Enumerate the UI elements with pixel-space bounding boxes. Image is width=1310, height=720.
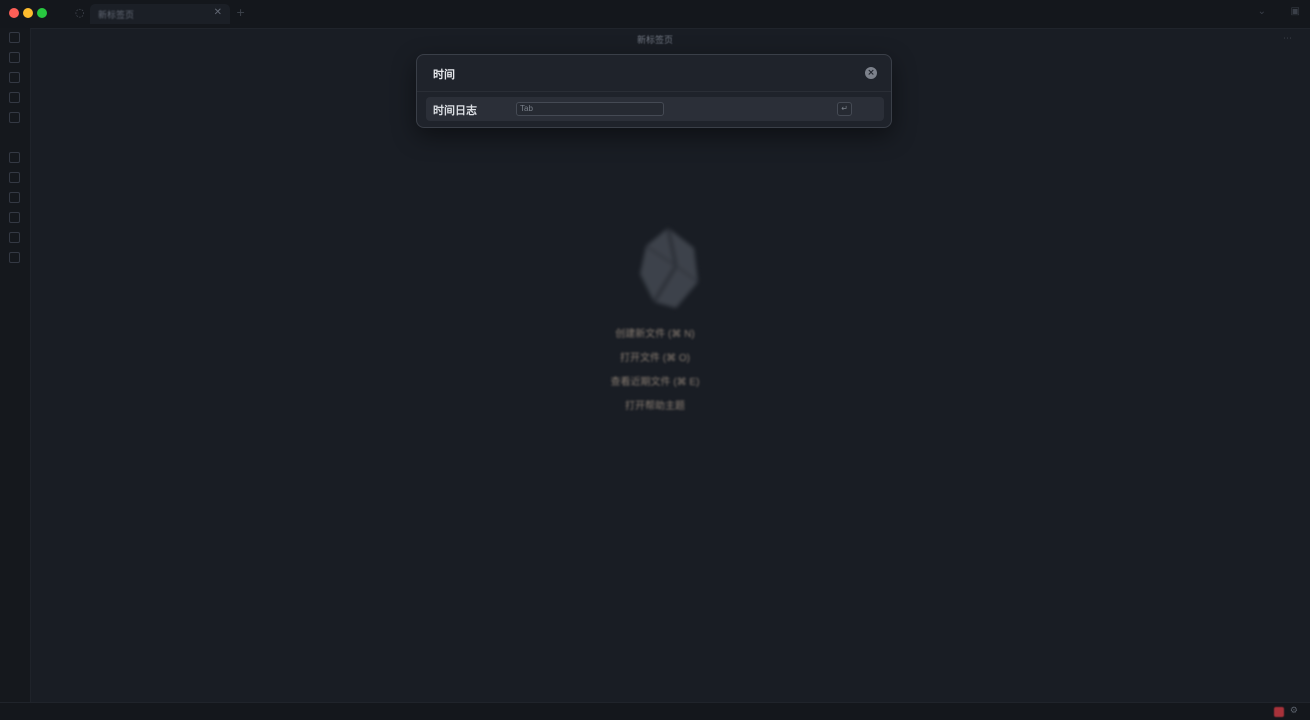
template-icon[interactable]	[9, 212, 20, 223]
tab-close-icon[interactable]: ✕	[214, 7, 222, 18]
enter-key-hint: ↵	[837, 102, 852, 116]
recent-files-link[interactable]: 查看近期文件 (⌘ E)	[0, 375, 1310, 399]
publish-icon[interactable]	[9, 252, 20, 263]
edit-icon[interactable]	[9, 172, 20, 183]
chevron-down-icon[interactable]: ⌄	[1258, 6, 1266, 17]
palette-search-input[interactable]	[433, 66, 853, 82]
command-icon[interactable]	[9, 232, 20, 243]
create-new-file-link[interactable]: 创建新文件 (⌘ N)	[0, 327, 1310, 351]
close-window-button[interactable]	[9, 8, 19, 18]
help-topics-link[interactable]: 打开帮助主题	[0, 399, 1310, 423]
view-title: 新标签页	[636, 35, 673, 45]
app-logo-icon	[640, 227, 699, 308]
tag-icon[interactable]	[9, 112, 20, 123]
clear-circle-icon[interactable]: ×	[865, 67, 877, 79]
suggestion-item[interactable]: 时间日志 ↵ Tab	[426, 97, 884, 121]
file-explorer-icon[interactable]	[9, 52, 20, 63]
search-icon[interactable]	[9, 72, 20, 83]
open-file-link[interactable]: 打开文件 (⌘ O)	[0, 351, 1310, 375]
sync-status-icon[interactable]	[1274, 707, 1284, 717]
command-palette: × 时间日志 ↵ Tab	[416, 54, 892, 128]
graph-view-icon[interactable]	[9, 152, 20, 163]
settings-icon[interactable]: ⚙	[1290, 706, 1298, 716]
empty-state-actions: 创建新文件 (⌘ N) 打开文件 (⌘ O) 查看近期文件 (⌘ E) 打开帮助…	[0, 327, 1310, 423]
palette-divider	[417, 91, 891, 92]
title-bar: ◌ 新标签页 ✕ + ⌄ ▣	[0, 0, 1310, 29]
tab-list-icon[interactable]: ◌	[75, 7, 87, 19]
new-tab-button[interactable]: +	[236, 6, 245, 19]
maximize-window-button[interactable]	[37, 8, 47, 18]
more-options-icon[interactable]: ⋯	[1283, 34, 1292, 44]
app-window: ◌ 新标签页 ✕ + ⌄ ▣ 新标签页 ⋯ 创建新文件 (⌘ N) 打开文件 (…	[0, 0, 1310, 720]
bookmark-icon[interactable]	[9, 92, 20, 103]
calendar-icon[interactable]	[9, 192, 20, 203]
status-bar: ⚙	[0, 702, 1310, 720]
tab-new[interactable]: 新标签页 ✕	[90, 4, 230, 24]
tab-key-hint: Tab	[516, 102, 664, 116]
sidebar-toggle-icon[interactable]: ▣	[1291, 6, 1300, 17]
suggestion-label: 时间日志	[433, 105, 477, 117]
tab-label: 新标签页	[98, 10, 135, 20]
minimize-window-button[interactable]	[23, 8, 33, 18]
